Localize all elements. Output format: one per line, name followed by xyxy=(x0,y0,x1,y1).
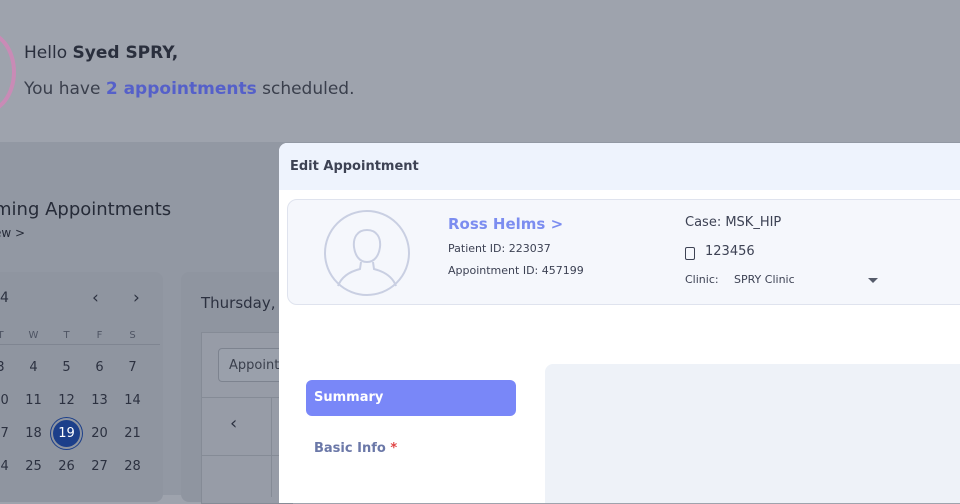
clinic-label: Clinic: xyxy=(685,273,719,286)
calendar-weekday-row: T W T F S xyxy=(0,326,160,345)
patient-id: Patient ID: 223037 xyxy=(448,242,551,255)
calendar-day[interactable]: 20 xyxy=(83,426,116,441)
calendar-day[interactable]: 11 xyxy=(17,393,50,408)
patient-name-link[interactable]: Ross Helms > xyxy=(448,215,563,233)
patient-card: Ross Helms > Patient ID: 223037 Appointm… xyxy=(287,199,960,305)
you-have-text: You have xyxy=(24,79,101,99)
day-view-title: Thursday, xyxy=(201,294,276,312)
calendar-day[interactable]: 5 xyxy=(50,360,83,375)
case-label: Case: MSK_HIP xyxy=(685,215,782,230)
calendar-day[interactable]: 12 xyxy=(50,393,83,408)
nav-item-summary[interactable]: Summary xyxy=(306,380,516,416)
appointment-type-select[interactable]: Appointment xyxy=(218,348,288,382)
day-prev-icon[interactable]: ‹ xyxy=(230,413,237,434)
weekday-header: T xyxy=(0,329,4,341)
view-all-link[interactable]: ew > xyxy=(0,226,25,240)
phone-icon xyxy=(685,247,695,260)
patient-avatar xyxy=(324,210,410,296)
user-avatar xyxy=(0,30,16,114)
calendar-month-label: 4 xyxy=(0,290,9,306)
calendar-prev-icon[interactable]: ‹ xyxy=(92,288,99,308)
calendar-week-row: 10 11 12 13 14 xyxy=(0,384,160,417)
upcoming-appointments-title: ming Appointments xyxy=(0,199,172,220)
modal-title: Edit Appointment xyxy=(290,159,419,174)
nav-item-basic-info[interactable]: Basic Info * xyxy=(314,441,397,456)
greeting-area: Hello Syed SPRY, You have 2 appointments… xyxy=(0,0,960,142)
weekday-header: S xyxy=(129,329,136,341)
calendar-day[interactable]: 7 xyxy=(116,360,149,375)
hello-prefix: Hello xyxy=(24,43,68,63)
divider xyxy=(201,397,291,398)
calendar-day[interactable]: 25 xyxy=(17,459,50,474)
weekday-header: F xyxy=(96,329,103,341)
edit-appointment-modal: Edit Appointment Ross Helms > Patient ID… xyxy=(279,143,960,503)
appointments-count: 2 appointments xyxy=(105,79,257,99)
calendar-day[interactable]: 14 xyxy=(116,393,149,408)
calendar-week-row: 24 25 26 27 28 xyxy=(0,450,160,483)
calendar-day[interactable]: 10 xyxy=(0,393,17,408)
content-panel xyxy=(545,364,960,503)
person-icon xyxy=(337,228,397,287)
calendar-grid: T W T F S 3 4 5 6 7 10 11 12 13 14 17 18… xyxy=(0,326,160,483)
calendar-next-icon[interactable]: › xyxy=(133,288,140,308)
calendar-day[interactable]: 27 xyxy=(83,459,116,474)
calendar-day[interactable]: 28 xyxy=(116,459,149,474)
calendar-day[interactable]: 17 xyxy=(0,426,17,441)
calendar-day[interactable]: 24 xyxy=(0,459,17,474)
calendar-day[interactable]: 3 xyxy=(0,360,17,375)
calendar-week-row: 17 18 19 20 21 xyxy=(0,417,160,450)
selected-day-label: 19 xyxy=(53,420,80,447)
scheduled-text: scheduled. xyxy=(262,79,355,99)
calendar-day[interactable]: 6 xyxy=(83,360,116,375)
weekday-header: T xyxy=(63,329,70,341)
calendar-day[interactable]: 21 xyxy=(116,426,149,441)
required-marker: * xyxy=(390,441,398,456)
clinic-select[interactable]: SPRY Clinic xyxy=(734,273,795,286)
calendar-day[interactable]: 4 xyxy=(17,360,50,375)
divider xyxy=(271,397,272,497)
chevron-down-icon[interactable] xyxy=(868,278,878,283)
calendar-day[interactable]: 13 xyxy=(83,393,116,408)
nav-item-label: Basic Info xyxy=(314,441,386,456)
weekday-header: W xyxy=(28,329,39,341)
user-name: Syed SPRY, xyxy=(72,43,179,63)
hello-text: Hello Syed SPRY, xyxy=(24,43,178,63)
calendar-week-row: 3 4 5 6 7 xyxy=(0,351,160,384)
calendar-day-selected[interactable]: 19 xyxy=(50,420,83,447)
modal-header: Edit Appointment xyxy=(279,143,960,190)
divider xyxy=(201,455,291,456)
appointments-summary: You have 2 appointments scheduled. xyxy=(24,79,355,99)
calendar-day[interactable]: 18 xyxy=(17,426,50,441)
appointment-id: Appointment ID: 457199 xyxy=(448,264,584,277)
phone-number: 123456 xyxy=(705,244,755,259)
calendar-day[interactable]: 26 xyxy=(50,459,83,474)
